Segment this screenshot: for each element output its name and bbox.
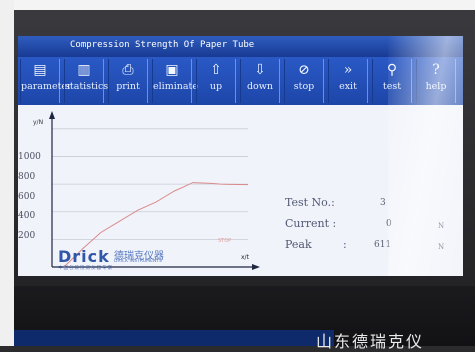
trash-icon: ▣ bbox=[165, 62, 179, 78]
y-tick-label: 200 bbox=[18, 231, 36, 241]
peak-value: 611 bbox=[374, 240, 392, 250]
test-no-label: Test No.: bbox=[285, 196, 335, 209]
eliminate-label: eliminate bbox=[153, 81, 198, 92]
current-label: Current : bbox=[285, 217, 337, 230]
peak-label: Peak bbox=[285, 238, 312, 251]
x-axis-arrow bbox=[252, 264, 260, 270]
photo-background-top bbox=[0, 0, 475, 10]
x-axis-title: x/t bbox=[241, 254, 249, 261]
peak-colon: : bbox=[343, 238, 347, 251]
arrow-up-icon: ⇧ bbox=[210, 62, 222, 78]
current-unit: N bbox=[438, 222, 445, 230]
logo-tagline: 中国包装检测仪器专家 bbox=[58, 266, 113, 271]
exit-label: exit bbox=[339, 81, 357, 92]
statistics-label: statistics bbox=[65, 81, 109, 92]
down-label: down bbox=[246, 81, 274, 92]
test-button[interactable]: ⚲ test bbox=[372, 59, 412, 103]
magnifier-icon: ⚲ bbox=[386, 62, 398, 78]
y-axis-title: y/N bbox=[33, 119, 44, 126]
y-tick-label: 1000 bbox=[18, 152, 41, 162]
down-button[interactable]: ⇩ down bbox=[240, 59, 280, 103]
arrow-down-icon: ⇩ bbox=[254, 62, 266, 78]
help-label: help bbox=[425, 81, 447, 92]
test-no-value: 3 bbox=[380, 198, 386, 208]
y-tick-label: 400 bbox=[18, 211, 36, 221]
drick-logo: Drick 德瑞克仪器 DRICK INSTRUMENTS 中国包装检测仪器专家 bbox=[58, 247, 164, 271]
touch-screen: Compression Strength Of Paper Tube ▤ par… bbox=[18, 36, 463, 276]
logo-subtitle: DRICK INSTRUMENTS bbox=[114, 259, 162, 264]
stop-marker-label: STOP bbox=[218, 238, 231, 244]
title-bar: Compression Strength Of Paper Tube bbox=[18, 36, 463, 57]
window-title: Compression Strength Of Paper Tube bbox=[70, 40, 255, 50]
device-label-band bbox=[14, 330, 334, 346]
up-label: up bbox=[209, 81, 223, 92]
print-label: print bbox=[116, 81, 140, 92]
stop-button[interactable]: ⊘ stop bbox=[284, 59, 324, 103]
current-value: 0 bbox=[386, 219, 392, 229]
peak-unit: N bbox=[438, 243, 445, 251]
up-button[interactable]: ⇧ up bbox=[196, 59, 236, 103]
bar-chart-icon: ▥ bbox=[77, 62, 91, 78]
logo-brand: Drick bbox=[58, 247, 110, 266]
test-label: test bbox=[382, 81, 402, 92]
photo-background-left bbox=[0, 0, 14, 346]
y-tick-label: 600 bbox=[18, 192, 36, 202]
y-axis-arrow bbox=[49, 111, 55, 119]
exit-button[interactable]: » exit bbox=[328, 59, 368, 103]
help-icon: ? bbox=[432, 62, 440, 78]
help-button[interactable]: ? help bbox=[416, 59, 456, 103]
print-button[interactable]: ⎙ print bbox=[108, 59, 148, 103]
stop-icon: ⊘ bbox=[298, 62, 310, 78]
toolbar: ▤ parameter ▥ statistics ⎙ print ▣ elimi… bbox=[18, 57, 463, 105]
parameter-label: parameter bbox=[21, 81, 72, 92]
stop-label: stop bbox=[293, 81, 315, 92]
parameter-button[interactable]: ▤ parameter bbox=[20, 59, 72, 103]
printer-icon: ⎙ bbox=[122, 62, 134, 78]
y-tick-label: 800 bbox=[18, 172, 36, 182]
chevron-right-icon: » bbox=[343, 62, 353, 78]
statistics-button[interactable]: ▥ statistics bbox=[64, 59, 109, 103]
eliminate-button[interactable]: ▣ eliminate bbox=[152, 59, 198, 103]
document-icon: ▤ bbox=[33, 62, 47, 78]
device-brand-text: 山东德瑞克仪 bbox=[316, 332, 425, 351]
